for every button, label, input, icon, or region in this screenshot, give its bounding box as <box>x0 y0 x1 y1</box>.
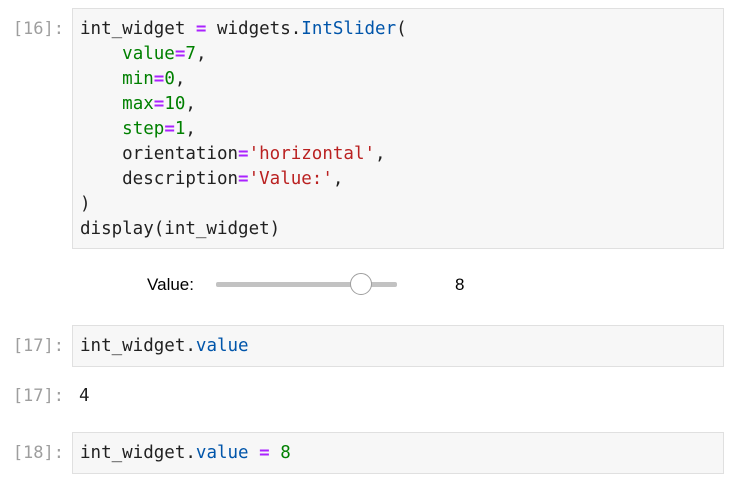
code-token: value <box>195 443 249 463</box>
cell-16-prompt: [16]: <box>12 19 64 39</box>
code-line: max=10, <box>80 92 723 117</box>
code-token: max <box>122 94 154 114</box>
cell-17-code: int_widget.value <box>73 326 723 359</box>
code-token: description <box>80 169 239 189</box>
code-token: display(int_widget) <box>80 219 281 239</box>
code-line: value=7, <box>80 42 723 67</box>
code-line: description='Value:', <box>80 167 723 192</box>
code-token: step <box>122 119 165 139</box>
code-token: 1 <box>174 119 186 139</box>
code-token: , <box>185 94 196 114</box>
code-token: = <box>259 443 270 463</box>
int-slider-widget: Value: 8 <box>0 270 736 300</box>
cell-18-code: int_widget.value = 8 <box>73 433 723 466</box>
code-token: 10 <box>164 94 186 114</box>
code-token: value <box>195 336 249 356</box>
code-token: ( <box>396 19 407 39</box>
code-token: = <box>153 94 165 114</box>
code-line: orientation='horizontal', <box>80 142 723 167</box>
code-token: orientation <box>80 144 239 164</box>
code-token: int_widget <box>80 19 196 39</box>
code-token: IntSlider <box>301 19 397 39</box>
code-token: value <box>122 44 175 64</box>
slider-description-label: Value: <box>147 275 194 294</box>
code-token: , <box>185 119 196 139</box>
code-token: , <box>332 169 344 189</box>
code-token: min <box>122 69 154 89</box>
code-token: 'Value:' <box>248 169 333 189</box>
code-token: 0 <box>164 69 175 89</box>
code-line: display(int_widget) <box>80 217 723 242</box>
code-line: int_widget.value <box>80 334 723 359</box>
cell-18-prompt: [18]: <box>12 443 64 463</box>
code-line: int_widget = widgets.IntSlider( <box>80 17 723 42</box>
code-token: = <box>153 69 165 89</box>
code-token: = <box>164 119 175 139</box>
code-token: int_widget. <box>80 336 196 356</box>
code-line: int_widget.value = 8 <box>80 441 723 466</box>
cell-17-output-prompt: [17]: <box>12 386 64 406</box>
code-token: , <box>375 144 386 164</box>
code-line: min=0, <box>80 67 723 92</box>
cell-17-prompt: [17]: <box>12 336 64 356</box>
cell-18-input[interactable]: int_widget.value = 8 <box>72 432 724 474</box>
slider-track[interactable] <box>216 273 397 295</box>
code-line: ) <box>80 192 723 217</box>
code-token: 8 <box>280 443 291 463</box>
code-token: , <box>195 44 207 64</box>
code-token: = <box>195 19 207 39</box>
code-token: int_widget. <box>80 443 196 463</box>
cell-17-output: 4 <box>79 386 90 406</box>
slider-readout: 8 <box>455 275 465 294</box>
code-token: , <box>174 69 186 89</box>
cell-17-input[interactable]: int_widget.value <box>72 325 724 367</box>
code-token: 'horizontal' <box>248 144 376 164</box>
code-line: step=1, <box>80 117 723 142</box>
code-token: widgets. <box>206 19 302 39</box>
slider-handle[interactable] <box>349 273 372 295</box>
code-token: = <box>174 44 186 64</box>
code-token: ) <box>80 194 91 214</box>
cell-16-input[interactable]: int_widget = widgets.IntSlider( value=7,… <box>72 8 724 249</box>
code-token: = <box>238 144 249 164</box>
cell-16-code: int_widget = widgets.IntSlider( value=7,… <box>73 9 723 242</box>
code-token: = <box>238 169 249 189</box>
code-token: 7 <box>185 44 196 64</box>
